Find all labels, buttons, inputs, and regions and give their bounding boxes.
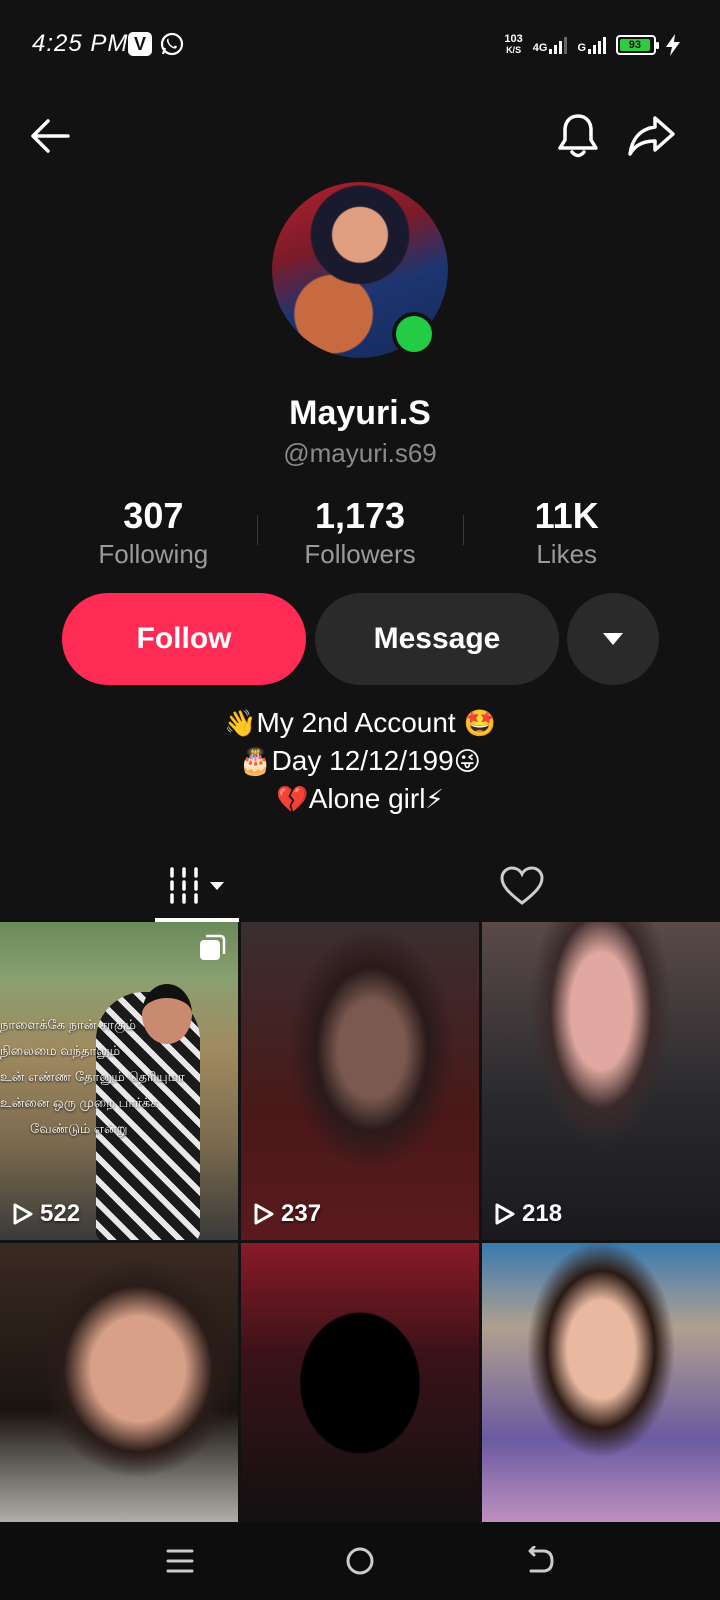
follow-button[interactable]: Follow — [62, 593, 306, 685]
following-label: Following — [98, 539, 209, 569]
waving-hand-emoji: 👋 — [224, 708, 257, 738]
net-speed: 103 K/S — [504, 33, 523, 56]
video-thumbnail[interactable] — [241, 1243, 479, 1523]
bio-line-2: 🎂Day 12/12/199😜 — [0, 742, 720, 780]
menu-icon — [166, 1549, 194, 1573]
bio-line-3: 💔Alone girl⚡ — [0, 780, 720, 818]
profile-stats: 307 Following 1,173 Followers 11K Likes — [50, 495, 670, 575]
system-navigation-bar — [0, 1522, 720, 1600]
thumbnail-caption: நாளைக்கே நான் சாகும் நிலைமை வந்தாலும் உன… — [0, 1017, 185, 1136]
system-back-button[interactable] — [515, 1536, 565, 1586]
winking-tongue-emoji: 😜 — [453, 746, 481, 776]
share-arrow-icon — [628, 116, 675, 156]
app-notification-icon: V — [128, 32, 152, 56]
tab-liked[interactable] — [480, 850, 564, 922]
following-count: 307 — [123, 495, 184, 536]
whatsapp-icon — [160, 32, 184, 56]
status-bar: 4:25 PM V 103 K/S 4G G 93 — [0, 0, 720, 90]
likes-stat[interactable]: 11K Likes — [463, 495, 670, 575]
lightning-emoji: ⚡ — [425, 784, 444, 814]
suggested-accounts-button[interactable] — [567, 593, 659, 685]
bell-icon — [558, 114, 598, 158]
videos-grid-icon — [170, 867, 224, 904]
profile-bio: 👋My 2nd Account 🤩 🎂Day 12/12/199😜 💔Alone… — [0, 704, 720, 818]
signal-g-icon: G — [577, 36, 606, 54]
signal-4g-icon: 4G — [533, 36, 568, 54]
battery-level: 93 — [620, 39, 650, 51]
display-name: Mayuri.S — [289, 394, 431, 432]
tab-videos[interactable] — [155, 850, 239, 922]
following-stat[interactable]: 307 Following — [50, 495, 257, 575]
share-button[interactable] — [624, 108, 680, 164]
video-thumbnail[interactable]: 237 — [241, 922, 479, 1240]
play-icon — [254, 1203, 274, 1225]
star-struck-emoji: 🤩 — [463, 708, 496, 738]
video-thumbnail[interactable] — [0, 1243, 238, 1523]
notification-bell-button[interactable] — [550, 108, 606, 164]
heart-icon — [500, 866, 544, 905]
likes-count: 11K — [534, 495, 599, 536]
video-view-count: 522 — [12, 1200, 80, 1228]
home-button[interactable] — [335, 1536, 385, 1586]
video-grid: நாளைக்கே நான் சாகும் நிலைமை வந்தாலும் உன… — [0, 922, 720, 1523]
video-thumbnail[interactable] — [482, 1243, 720, 1523]
play-icon — [495, 1203, 515, 1225]
play-icon — [13, 1203, 33, 1225]
video-view-count: 237 — [253, 1200, 321, 1228]
followers-count: 1,173 — [314, 495, 406, 536]
caret-down-icon — [603, 633, 623, 645]
back-button[interactable] — [22, 108, 78, 164]
back-return-icon — [528, 1546, 554, 1573]
recent-apps-button[interactable] — [155, 1536, 205, 1586]
status-time: 4:25 PM — [32, 30, 129, 57]
followers-label: Followers — [304, 539, 416, 569]
video-view-count: 218 — [494, 1200, 562, 1228]
likes-label: Likes — [536, 539, 598, 569]
arrow-left-icon — [31, 119, 70, 153]
video-thumbnail[interactable]: நாளைக்கே நான் சாகும் நிலைமை வந்தாலும் உன… — [0, 922, 238, 1240]
charging-icon — [666, 34, 680, 56]
birthday-cake-emoji: 🎂 — [239, 746, 272, 776]
username: @mayuri.s69 — [283, 438, 437, 468]
home-circle-icon — [346, 1547, 374, 1575]
multi-photo-icon — [200, 934, 226, 960]
video-thumbnail[interactable]: 218 — [482, 922, 720, 1240]
battery-icon: 93 — [616, 35, 659, 55]
message-button[interactable]: Message — [315, 593, 559, 685]
profile-tabs — [0, 850, 720, 922]
online-status-indicator — [392, 312, 436, 356]
bio-line-1: 👋My 2nd Account 🤩 — [0, 704, 720, 742]
followers-stat[interactable]: 1,173 Followers — [256, 495, 464, 575]
broken-heart-emoji: 💔 — [276, 784, 309, 814]
